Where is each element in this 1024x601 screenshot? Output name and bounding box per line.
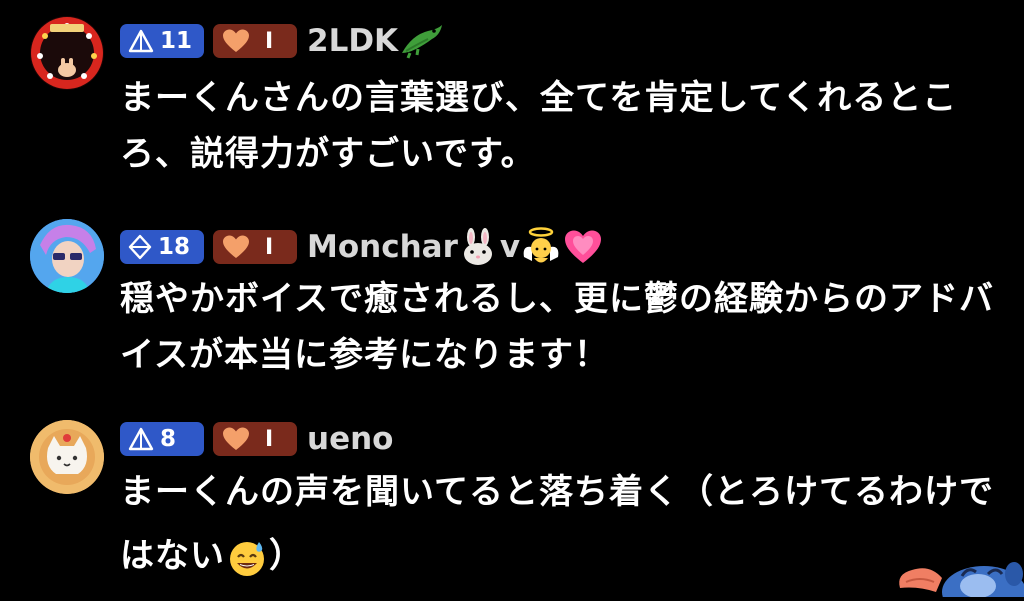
- user-avatar[interactable]: [30, 420, 104, 494]
- comment-header: 18 I Monchar v: [120, 227, 604, 267]
- angel-emoji: [523, 227, 559, 263]
- username[interactable]: Monchar v: [307, 227, 604, 267]
- fan-level: I: [265, 426, 274, 452]
- level-number: 11: [160, 28, 193, 54]
- level-badge: 18: [120, 230, 204, 264]
- user-avatar[interactable]: [30, 219, 104, 293]
- crocodile-emoji: [402, 25, 443, 59]
- comment-message-end: ）: [269, 536, 304, 576]
- level-badge: 8: [120, 422, 204, 456]
- username-text: Monchar: [307, 229, 458, 265]
- character-sticker: [896, 548, 1024, 601]
- heart-icon: [223, 427, 249, 450]
- growing-heart-emoji: [565, 230, 602, 263]
- sweat-smile-emoji: [230, 541, 264, 576]
- username-suffix: v: [499, 229, 521, 265]
- heart-icon: [223, 235, 249, 258]
- comment-message: 穏やかボイスで癒されるし、更に鬱の経験からのアドバイスが本当に参考になります！: [120, 279, 994, 375]
- user-avatar[interactable]: [30, 16, 104, 90]
- username[interactable]: ueno: [307, 421, 393, 457]
- fan-level: I: [265, 234, 274, 260]
- fan-badge: I: [213, 230, 297, 264]
- username-text: ueno: [307, 421, 394, 457]
- comment-header: 11 I 2LDK: [120, 23, 444, 59]
- level-number: 8: [160, 426, 177, 452]
- fan-badge: I: [213, 24, 297, 58]
- username[interactable]: 2LDK: [307, 23, 444, 59]
- heart-icon: [223, 29, 249, 52]
- pyramid-icon: [128, 427, 154, 451]
- level-badge: 11: [120, 24, 204, 58]
- pyramid-icon: [128, 29, 154, 53]
- comment-message: まーくんさんの言葉選び、全てを肯定してくれるところ、説得力がすごいです。: [120, 78, 958, 174]
- level-number: 18: [158, 234, 191, 260]
- diamond-icon: [128, 234, 152, 260]
- fan-level: I: [265, 28, 274, 54]
- comment-message: まーくんの声を聞いてると落ち着く（とろけてるわけではない ）: [120, 460, 1000, 588]
- fan-badge: I: [213, 422, 297, 456]
- comment-header: 8 I ueno: [120, 421, 393, 457]
- rabbit-face-emoji: [463, 228, 492, 265]
- username-text: 2LDK: [307, 23, 399, 59]
